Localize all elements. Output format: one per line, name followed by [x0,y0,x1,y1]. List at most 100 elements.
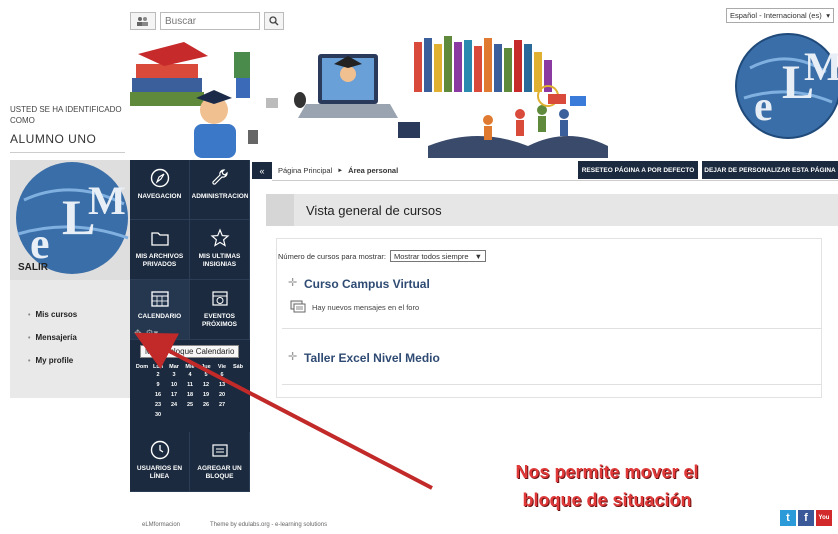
move-icon[interactable]: ✥ [134,328,142,339]
calendar-clock-icon [211,291,228,306]
annotation-text: Nos permite mover el bloque de situación [452,458,762,514]
forum-notice: Hay nuevos mensajes en el foro [290,300,419,314]
calendar-day[interactable]: 16 [150,390,166,400]
language-select[interactable]: Español - Internacional (es) ▾ [726,8,834,23]
annotation-line-2: bloque de situación [522,490,692,510]
tile-label: MIS ARCHIVOS PRIVADOS [135,253,184,268]
calendar-day [214,410,230,420]
reset-page-button[interactable]: RESETEO PÁGINA A POR DEFECTO [578,161,698,179]
calendar-day[interactable]: 10 [166,380,182,390]
calendar-day[interactable]: 26 [198,400,214,410]
calendar-day[interactable]: 24 [166,400,182,410]
calendar-day[interactable]: 11 [182,380,198,390]
block-nav-column: NAVEGACIÓN ADMINISTRACIÓN MIS ARCHIVOS P… [130,160,250,492]
tile-insignias[interactable]: MIS ÚLTIMAS INSIGNIAS [190,220,250,280]
course-divider [282,328,822,329]
search-input[interactable] [160,12,260,30]
svg-text:e: e [754,84,773,130]
calendar-day[interactable]: 17 [166,390,182,400]
course-overview-box [276,238,822,398]
calendar-day[interactable]: 30 [150,410,166,420]
breadcrumb-home[interactable]: Página Principal [278,166,332,175]
calendar-block-controls: ✥ ⚙▾ [134,328,158,339]
gear-icon[interactable]: ⚙▾ [146,328,159,339]
calendar-day [230,380,246,390]
forum-notice-text[interactable]: Hay nuevos mensajes en el foro [312,303,419,312]
calendar-day [134,390,150,400]
calendar-day[interactable]: 5 [198,370,214,380]
calendar-day [182,410,198,420]
calendar-day[interactable]: 23 [150,400,166,410]
tile-usuarios[interactable]: USUARIOS EN LÍNEA [130,432,190,492]
calendar-day[interactable]: 18 [182,390,198,400]
wrench-icon [211,169,228,185]
search-icon [269,16,279,26]
calendar-day [230,400,246,410]
svg-text:e: e [30,219,50,268]
user-menu-button[interactable] [130,12,156,30]
stop-customizing-button[interactable]: DEJAR DE PERSONALIZAR ESTA PÁGINA [702,161,838,179]
breadcrumb-separator: ► [337,167,344,174]
calendar-day[interactable]: 2 [150,370,166,380]
footer-brand[interactable]: eLMformacion [142,522,180,528]
tile-label: CALENDARIO [137,313,182,320]
show-value: Mostrar todos siempre [393,251,469,261]
logged-in-label: USTED SE HA IDENTIFICADO COMO [10,105,122,125]
move-icon[interactable]: ✛ [288,350,297,363]
breadcrumb-current: Área personal [348,166,399,175]
calendar-day [198,410,214,420]
tile-eventos[interactable]: EVENTOS PRÓXIMOS [190,280,250,340]
svg-text:M: M [88,178,126,223]
calendar-week: 9 10 11 12 13 [134,380,246,390]
link-mis-cursos[interactable]: Mis cursos [28,310,77,319]
tile-mis-archivos[interactable]: MIS ARCHIVOS PRIVADOS [130,220,190,280]
footer-theme[interactable]: Theme by edulabs.org - e-learning soluti… [210,522,327,528]
move-tooltip: Mover bloque Calendario [140,345,240,358]
calendar-day[interactable]: 3 [166,370,182,380]
twitter-icon[interactable]: t [780,510,796,526]
calendar-day[interactable]: 13 [214,380,230,390]
show-label: Número de cursos para mostrar: [278,251,386,261]
facebook-icon[interactable]: f [798,510,814,526]
calendar-day[interactable]: 19 [198,390,214,400]
tile-label: MIS ÚLTIMAS INSIGNIAS [198,253,241,268]
calendar-day [230,390,246,400]
move-icon[interactable]: ✛ [288,276,297,289]
clock-icon [150,440,169,460]
tile-administracion[interactable]: ADMINISTRACIÓN [190,160,250,220]
calendar-week: 16 17 18 19 20 [134,390,246,400]
tile-navegacion[interactable]: NAVEGACIÓN [130,160,190,220]
tile-label: NAVEGACIÓN [137,193,182,200]
block-badge [266,194,294,226]
users-icon [137,17,148,26]
calendar-day[interactable]: 9 [150,380,166,390]
show-courses-select[interactable]: Mostrar todos siempre ▼ [389,250,487,262]
search-button[interactable] [264,12,284,30]
collapse-blocks-button[interactable]: « [252,162,272,179]
header-banner-image [130,36,608,158]
link-my-profile[interactable]: My profile [28,356,77,365]
link-mensajeria[interactable]: Mensajería [28,333,77,342]
calendar-day[interactable]: 20 [214,390,230,400]
course-overview-header: Vista general de cursos [266,194,838,226]
course-overview-title: Vista general de cursos [306,202,442,218]
breadcrumb: Página Principal ► Área personal [278,166,398,175]
tile-agregar-bloque[interactable]: AGREGAR UN BLOQUE [190,432,250,492]
compass-icon [150,168,169,188]
calendar-day[interactable]: 27 [214,400,230,410]
course-title-taller-excel[interactable]: Taller Excel Nivel Medio [304,351,440,365]
user-info: USTED SE HA IDENTIFICADO COMO ALUMNO UNO [10,104,125,153]
course-title-campus-virtual[interactable]: Curso Campus Virtual [304,277,430,291]
calendar-day[interactable]: 25 [182,400,198,410]
calendar-day [166,410,182,420]
user-name[interactable]: ALUMNO UNO [10,132,125,153]
calendar-day[interactable]: 6 [214,370,230,380]
tile-label: EVENTOS PRÓXIMOS [201,313,238,328]
logout-link[interactable]: SALIR [18,262,48,273]
calendar-day[interactable]: 4 [182,370,198,380]
youtube-icon[interactable]: You [816,510,832,526]
elm-logo: e L M [735,33,838,139]
star-icon [210,228,229,247]
course-divider [282,384,822,385]
calendar-day[interactable]: 12 [198,380,214,390]
